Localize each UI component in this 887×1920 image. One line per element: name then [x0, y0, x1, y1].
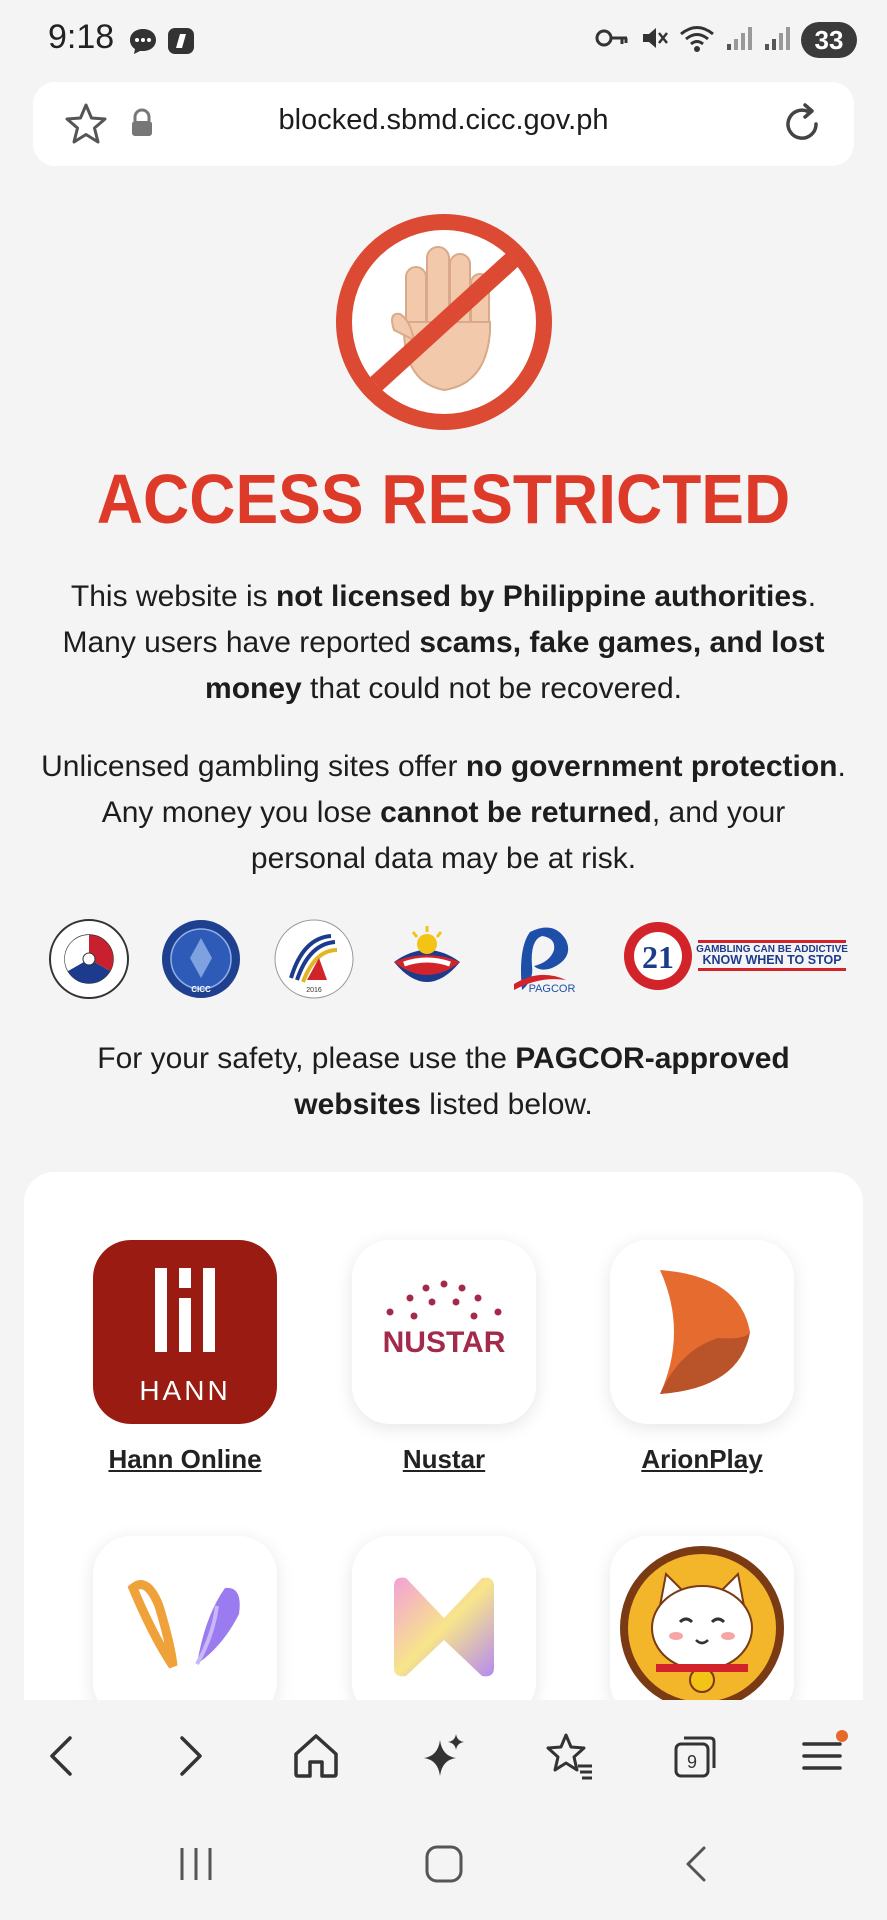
home-icon[interactable] — [290, 1730, 342, 1782]
app-label[interactable]: ArionPlay — [580, 1444, 824, 1475]
lucky-cat-logo-icon[interactable] — [610, 1536, 794, 1702]
back-nav-icon[interactable] — [676, 1844, 716, 1889]
app-tile-hann-online[interactable]: HANN Hann Online — [93, 1240, 277, 1475]
safety-paragraph: For your safety, please use the PAGCOR-a… — [97, 1042, 790, 1121]
app-tile-arionplay[interactable]: ArionPlay — [610, 1240, 794, 1475]
app-tile-nustar[interactable]: NUSTAR Nustar — [352, 1240, 536, 1475]
status-bar: 9:18 33 — [0, 0, 887, 80]
app-tile-lucky-cat[interactable] — [610, 1536, 794, 1702]
app-tile-bunny[interactable] — [93, 1536, 277, 1702]
vpn-key-icon — [595, 26, 629, 55]
back-icon[interactable] — [36, 1730, 88, 1782]
signal-icon — [725, 24, 753, 57]
app-tile-gradient-m[interactable] — [352, 1536, 536, 1702]
arionplay-logo-icon[interactable] — [610, 1240, 794, 1424]
warning-line-2: KNOW WHEN TO STOP — [702, 953, 841, 967]
pagcor-logo-text: PAGCOR — [529, 983, 576, 995]
status-icons: 33 — [595, 22, 857, 58]
url-text[interactable]: blocked.sbmd.cicc.gov.ph — [33, 104, 854, 137]
gradient-m-logo-icon[interactable] — [352, 1536, 536, 1702]
cicc-logo-text: CICC — [191, 985, 211, 994]
nustar-logo-text: NUSTAR — [383, 1326, 506, 1359]
bookmarks-icon[interactable] — [544, 1730, 596, 1782]
browser-toolbar: 9 — [0, 1700, 887, 1810]
system-nav-bar — [0, 1810, 887, 1920]
responsible-gaming-logo: 21 GAMBLING CAN BE ADDICTIVE KNOW WHEN T… — [622, 918, 848, 1005]
sparkle-icon[interactable] — [418, 1730, 470, 1782]
reload-icon[interactable] — [780, 102, 824, 151]
cicc-logo: CICC — [160, 918, 242, 1005]
signal-icon — [763, 24, 791, 57]
battery-indicator: 33 — [801, 22, 857, 58]
warning-paragraph-1: This website is not licensed by Philippi… — [62, 580, 825, 705]
menu-icon[interactable] — [798, 1730, 850, 1782]
app-notification-icon — [166, 26, 196, 56]
bunny-ears-logo-icon[interactable] — [93, 1536, 277, 1702]
agency-logos: CICC 2016 PAGCOR 21 GAMBLING CAN BE ADDI… — [48, 918, 848, 1002]
chat-bubble-icon — [128, 26, 158, 56]
tabs-icon[interactable]: 9 — [670, 1730, 722, 1782]
home-button-icon[interactable] — [424, 1844, 464, 1889]
mute-icon — [639, 23, 669, 58]
recents-icon[interactable] — [176, 1844, 216, 1889]
app-label[interactable]: Hann Online — [63, 1444, 307, 1475]
ntc-logo — [48, 918, 130, 1005]
page-headline: ACCESS RESTRICTED — [96, 460, 791, 538]
nustar-logo-icon[interactable]: NUSTAR — [352, 1240, 536, 1424]
age-limit-number: 21 — [642, 939, 674, 975]
app-label[interactable]: Nustar — [322, 1444, 566, 1475]
notification-dot — [836, 1730, 848, 1742]
hann-logo-icon[interactable]: HANN — [93, 1240, 277, 1424]
dict-logo: 2016 — [273, 918, 355, 1005]
url-bar[interactable]: blocked.sbmd.cicc.gov.ph — [33, 82, 854, 166]
warning-paragraph-2: Unlicensed gambling sites offer no gover… — [41, 750, 846, 875]
pagcor-logo: PAGCOR — [500, 918, 582, 1005]
philippines-logo — [386, 918, 468, 1005]
dict-logo-year: 2016 — [306, 987, 322, 994]
tab-count: 9 — [687, 1752, 697, 1772]
stop-hand-icon — [334, 212, 554, 432]
hann-logo-text: HANN — [139, 1375, 230, 1406]
wifi-icon — [679, 23, 715, 58]
status-time: 9:18 — [48, 18, 115, 56]
forward-icon[interactable] — [164, 1730, 216, 1782]
approved-sites-card: HANN Hann Online NUSTAR Nustar ArionPlay — [24, 1172, 863, 1702]
